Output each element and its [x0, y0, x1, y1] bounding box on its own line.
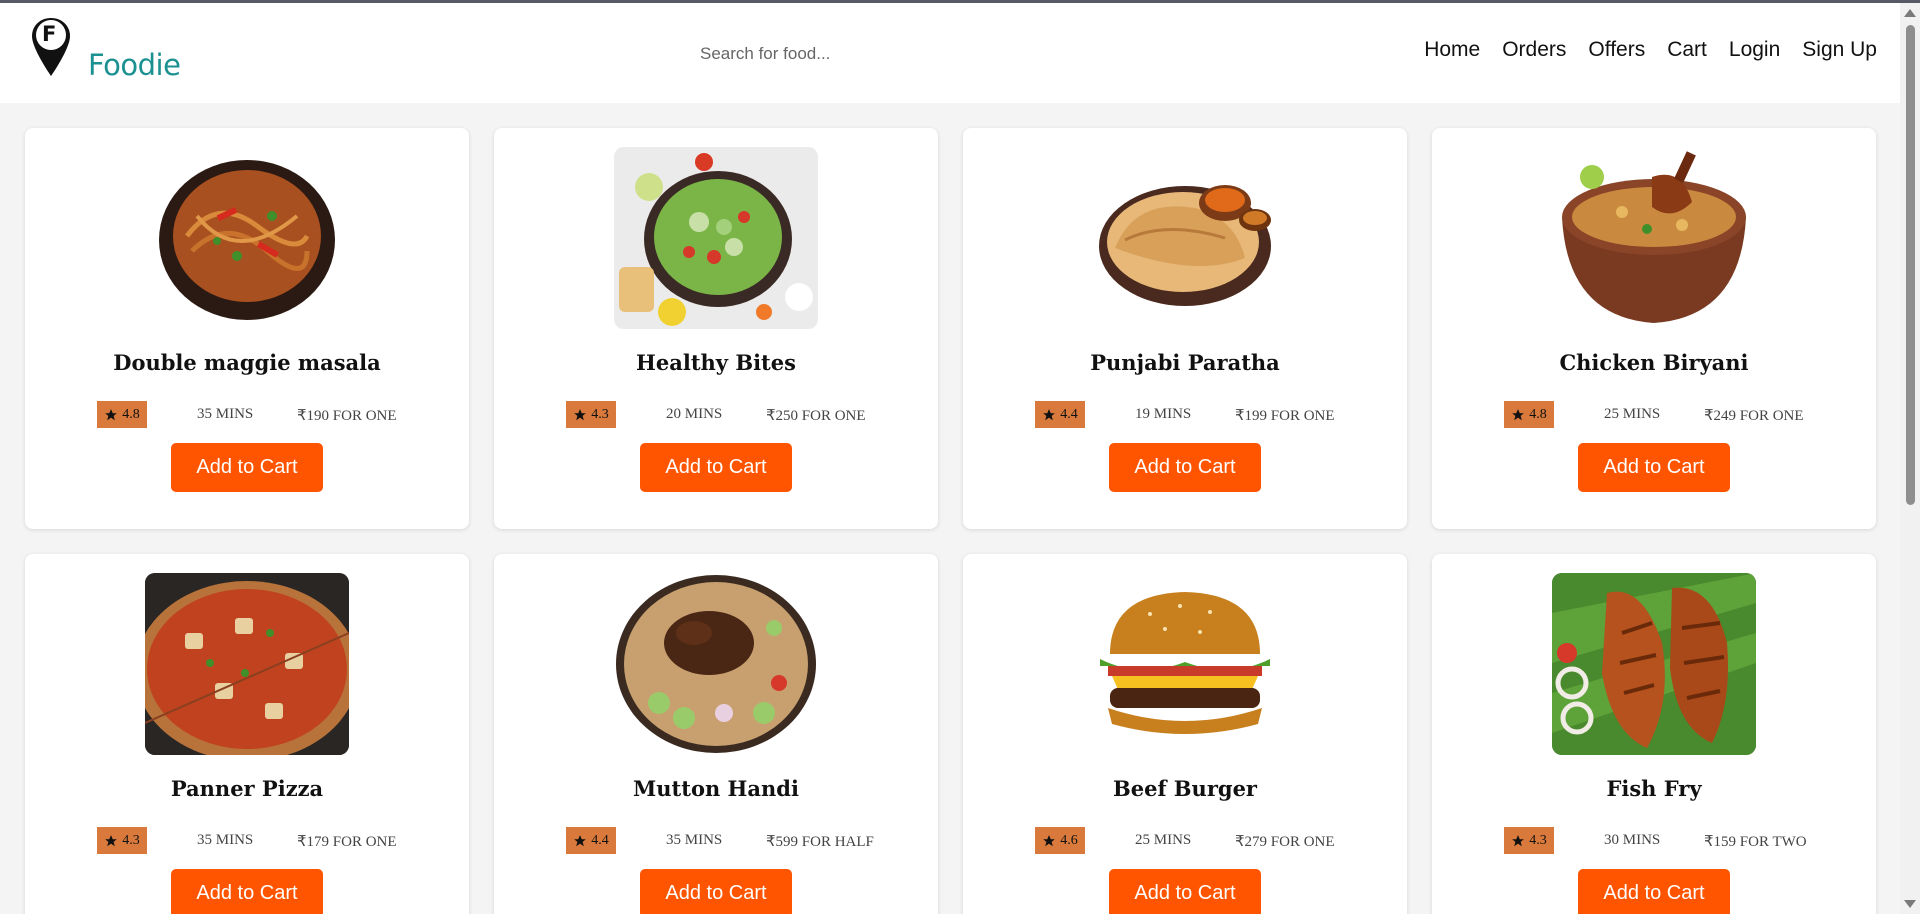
- add-to-cart-button[interactable]: Add to Cart: [171, 443, 323, 492]
- price: ₹279 FOR ONE: [1235, 834, 1335, 850]
- food-meta: 4.3 20 MINS ₹250 FOR ONE: [566, 401, 886, 428]
- rating-badge: 4.8: [97, 401, 147, 428]
- delivery-time: 30 MINS: [1604, 832, 1661, 848]
- rating-value: 4.4: [591, 832, 609, 848]
- star-icon: [1043, 408, 1056, 420]
- rating-value: 4.8: [122, 406, 140, 422]
- food-name: Healthy Bites: [636, 350, 796, 375]
- nav-home[interactable]: Home: [1424, 38, 1480, 62]
- nav-orders[interactable]: Orders: [1502, 38, 1566, 62]
- rating-badge: 4.8: [1504, 401, 1554, 428]
- salad-bowl-image: [614, 147, 818, 329]
- delivery-time: 35 MINS: [666, 832, 723, 848]
- star-icon: [1043, 834, 1056, 846]
- food-card: Panner Pizza 4.3 35 MINS ₹179 FOR ONE Ad…: [25, 554, 469, 914]
- logo-letter: F: [42, 22, 57, 46]
- food-name: Panner Pizza: [170, 776, 324, 801]
- food-card: Fish Fry 4.3 30 MINS ₹159 FOR TWO Add to…: [1432, 554, 1876, 914]
- nav-cart[interactable]: Cart: [1667, 38, 1707, 62]
- rating-badge: 4.4: [1035, 401, 1085, 428]
- food-meta: 4.6 25 MINS ₹279 FOR ONE: [1035, 827, 1355, 854]
- site-header: F Foodie Home Orders Offers Cart Login S…: [0, 3, 1900, 103]
- price: ₹159 FOR TWO: [1704, 834, 1807, 850]
- add-to-cart-button[interactable]: Add to Cart: [1578, 443, 1730, 492]
- star-icon: [105, 408, 118, 420]
- burger-image: [1083, 573, 1287, 755]
- scroll-down-arrow-icon[interactable]: [1904, 900, 1916, 908]
- rating-badge: 4.3: [566, 401, 616, 428]
- price: ₹249 FOR ONE: [1704, 408, 1804, 424]
- food-name: Double maggie masala: [113, 350, 381, 375]
- delivery-time: 25 MINS: [1604, 406, 1661, 422]
- add-to-cart-button[interactable]: Add to Cart: [640, 869, 792, 914]
- price: ₹599 FOR HALF: [766, 834, 874, 850]
- food-card: Healthy Bites 4.3 20 MINS ₹250 FOR ONE A…: [494, 128, 938, 529]
- brand-name: Foodie: [88, 48, 181, 82]
- rating-badge: 4.3: [1504, 827, 1554, 854]
- star-icon: [1512, 408, 1525, 420]
- food-meta: 4.8 35 MINS ₹190 FOR ONE: [97, 401, 417, 428]
- food-meta: 4.3 35 MINS ₹179 FOR ONE: [97, 827, 417, 854]
- add-to-cart-button[interactable]: Add to Cart: [1109, 869, 1261, 914]
- delivery-time: 35 MINS: [197, 406, 254, 422]
- food-name: Fish Fry: [1606, 776, 1702, 801]
- search-input[interactable]: [700, 39, 1000, 69]
- noodles-bowl-image: [145, 147, 349, 329]
- rating-value: 4.3: [1529, 832, 1547, 848]
- rating-badge: 4.6: [1035, 827, 1085, 854]
- delivery-time: 20 MINS: [666, 406, 723, 422]
- food-name: Punjabi Paratha: [1090, 350, 1280, 375]
- delivery-time: 35 MINS: [197, 832, 254, 848]
- food-meta: 4.3 30 MINS ₹159 FOR TWO: [1504, 827, 1824, 854]
- star-icon: [1512, 834, 1525, 846]
- rating-value: 4.3: [591, 406, 609, 422]
- delivery-time: 19 MINS: [1135, 406, 1192, 422]
- food-card: Mutton Handi 4.4 35 MINS ₹599 FOR HALF A…: [494, 554, 938, 914]
- add-to-cart-button[interactable]: Add to Cart: [640, 443, 792, 492]
- fish-fry-image: [1552, 573, 1756, 755]
- rating-value: 4.8: [1529, 406, 1547, 422]
- food-name: Chicken Biryani: [1559, 350, 1749, 375]
- add-to-cart-button[interactable]: Add to Cart: [171, 869, 323, 914]
- rating-value: 4.6: [1060, 832, 1078, 848]
- add-to-cart-button[interactable]: Add to Cart: [1109, 443, 1261, 492]
- mutton-platter-image: [614, 573, 818, 755]
- logo[interactable]: F Foodie: [30, 16, 200, 86]
- star-icon: [105, 834, 118, 846]
- food-name: Beef Burger: [1112, 776, 1257, 801]
- rating-badge: 4.3: [97, 827, 147, 854]
- price: ₹250 FOR ONE: [766, 408, 866, 424]
- nav-login[interactable]: Login: [1729, 38, 1780, 62]
- star-icon: [574, 834, 587, 846]
- biryani-pot-image: [1552, 147, 1756, 329]
- rating-value: 4.3: [122, 832, 140, 848]
- paratha-plate-image: [1083, 147, 1287, 329]
- main-nav: Home Orders Offers Cart Login Sign Up: [1402, 38, 1877, 62]
- price: ₹199 FOR ONE: [1235, 408, 1335, 424]
- food-name: Mutton Handi: [633, 776, 799, 801]
- food-meta: 4.4 35 MINS ₹599 FOR HALF: [566, 827, 886, 854]
- star-icon: [574, 408, 587, 420]
- price: ₹179 FOR ONE: [297, 834, 397, 850]
- rating-badge: 4.4: [566, 827, 616, 854]
- vertical-scrollbar[interactable]: [1900, 3, 1920, 914]
- food-meta: 4.4 19 MINS ₹199 FOR ONE: [1035, 401, 1355, 428]
- food-card: Beef Burger 4.6 25 MINS ₹279 FOR ONE Add…: [963, 554, 1407, 914]
- nav-signup[interactable]: Sign Up: [1802, 38, 1877, 62]
- food-card: Chicken Biryani 4.8 25 MINS ₹249 FOR ONE…: [1432, 128, 1876, 529]
- food-card: Punjabi Paratha 4.4 19 MINS ₹199 FOR ONE…: [963, 128, 1407, 529]
- price: ₹190 FOR ONE: [297, 408, 397, 424]
- scrollbar-thumb[interactable]: [1906, 25, 1915, 505]
- food-meta: 4.8 25 MINS ₹249 FOR ONE: [1504, 401, 1824, 428]
- nav-offers[interactable]: Offers: [1588, 38, 1645, 62]
- rating-value: 4.4: [1060, 406, 1078, 422]
- food-card: Double maggie masala 4.8 35 MINS ₹190 FO…: [25, 128, 469, 529]
- food-grid: Double maggie masala 4.8 35 MINS ₹190 FO…: [25, 128, 1877, 914]
- add-to-cart-button[interactable]: Add to Cart: [1578, 869, 1730, 914]
- scroll-up-arrow-icon[interactable]: [1904, 9, 1916, 17]
- delivery-time: 25 MINS: [1135, 832, 1192, 848]
- pizza-image: [145, 573, 349, 755]
